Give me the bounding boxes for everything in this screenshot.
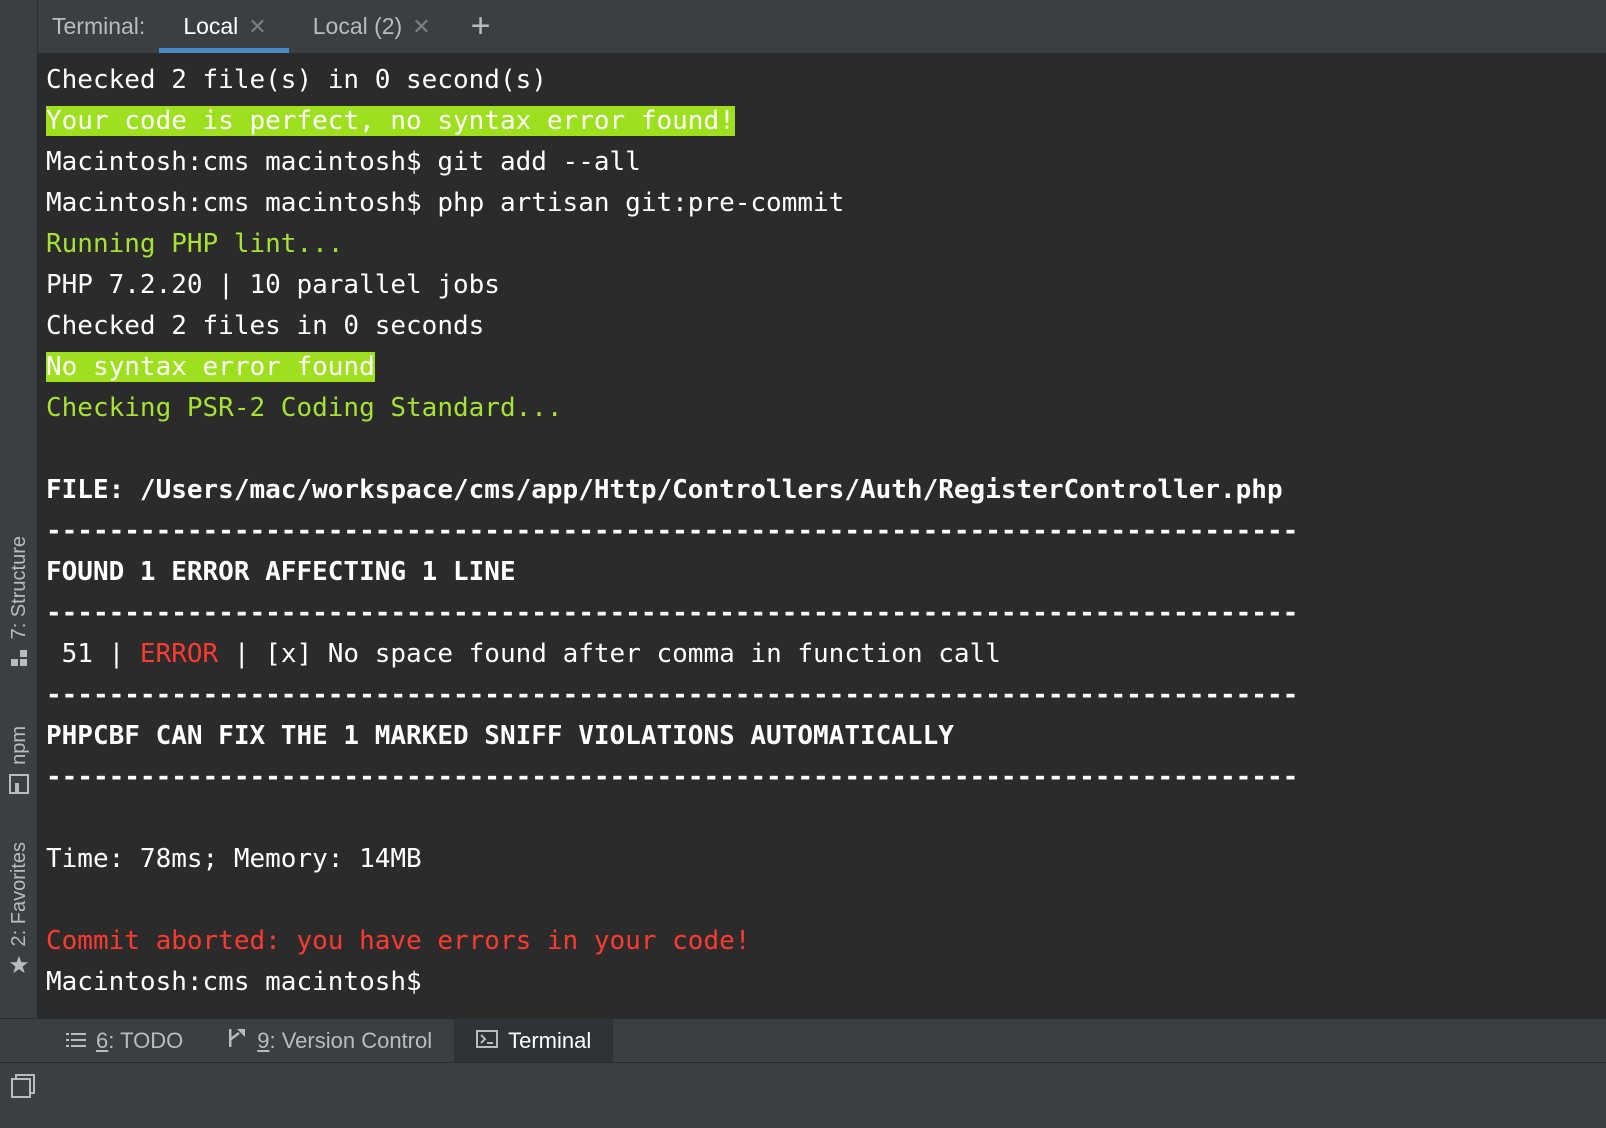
success-highlight: Your code is perfect, no syntax error fo… [46, 106, 735, 136]
error-level: ERROR [139, 639, 219, 669]
terminal-line: PHPCBF CAN FIX THE 1 MARKED SNIFF VIOLAT… [46, 721, 954, 751]
terminal-line: Macintosh:cms macintosh$ php artisan git… [46, 188, 845, 218]
terminal-line: Running PHP lint... [46, 229, 344, 259]
plus-icon[interactable]: + [453, 0, 509, 53]
todo-tool-tab[interactable]: 6: TODO [44, 1019, 205, 1062]
terminal-line: No syntax error found [46, 347, 1606, 388]
terminal-error-line: 51 | ERROR | [x] No space found after co… [46, 634, 1606, 675]
terminal-line: Your code is perfect, no syntax error fo… [46, 101, 1606, 142]
npm-tool-tab[interactable]: npm [0, 726, 38, 795]
toggle-tool-windows-icon[interactable] [10, 1073, 36, 1099]
tab-label: Local [183, 13, 239, 39]
structure-tool-tab[interactable]: 7: Structure [0, 536, 38, 669]
vcs-branch-icon [227, 1027, 247, 1055]
terminal-title: Terminal: [52, 13, 146, 39]
npm-label: npm [7, 726, 30, 765]
star-icon [9, 954, 29, 976]
close-icon[interactable]: ✕ [248, 14, 266, 40]
structure-label: 7: Structure [7, 536, 30, 640]
terminal-separator: ----------------------------------------… [46, 516, 1299, 546]
tab-local-2[interactable]: Local (2) ✕ [289, 0, 453, 53]
ide-window: 7: Structure npm 2: Favorites Terminal: … [0, 0, 1606, 1128]
status-bar [0, 1062, 1606, 1128]
left-tool-strip: 7: Structure npm 2: Favorites [0, 0, 38, 1042]
error-line-number: 51 | [46, 639, 140, 669]
terminal-line: Checked 2 files in 0 seconds [46, 311, 485, 341]
todo-label: 6: TODO [96, 1027, 184, 1053]
error-message: | [x] No space found after comma in func… [218, 639, 1001, 669]
success-highlight: No syntax error found [46, 352, 375, 382]
terminal-line: Checked 2 file(s) in 0 second(s) [46, 65, 547, 95]
favorites-tool-tab[interactable]: 2: Favorites [0, 842, 38, 976]
terminal-line: PHP 7.2.20 | 10 parallel jobs [46, 270, 500, 300]
terminal-line: FOUND 1 ERROR AFFECTING 1 LINE [46, 557, 516, 587]
terminal-line: Commit aborted: you have errors in your … [46, 926, 751, 956]
terminal-line: FILE: /Users/mac/workspace/cms/app/Http/… [46, 475, 1283, 505]
terminal-prompt: Macintosh:cms macintosh$ [46, 967, 422, 997]
tab-label: Local (2) [312, 13, 403, 39]
terminal-tab-label: Terminal [508, 1027, 592, 1053]
list-icon [66, 1028, 86, 1054]
terminal-output[interactable]: Checked 2 file(s) in 0 second(s) Your co… [38, 54, 1606, 1018]
terminal-separator: ----------------------------------------… [46, 598, 1299, 628]
bottom-tool-bar: 6: TODO 9: Version Control Terminal [0, 1018, 1606, 1062]
structure-icon [9, 647, 29, 669]
terminal-separator: ----------------------------------------… [46, 680, 1299, 710]
terminal-tab-bar: Terminal: Local ✕ Local (2) ✕ + [38, 0, 1606, 54]
terminal-separator: ----------------------------------------… [46, 762, 1299, 792]
terminal-icon [476, 1028, 499, 1054]
terminal-line: Time: 78ms; Memory: 14MB [46, 844, 422, 874]
version-control-label: 9: Version Control [257, 1027, 433, 1053]
close-icon[interactable]: ✕ [412, 14, 430, 40]
version-control-tool-tab[interactable]: 9: Version Control [205, 1019, 454, 1062]
terminal-tool-tab[interactable]: Terminal [454, 1019, 614, 1062]
tab-local[interactable]: Local ✕ [159, 0, 290, 53]
terminal-line: Macintosh:cms macintosh$ git add --all [46, 147, 641, 177]
terminal-line: Checking PSR-2 Coding Standard... [46, 393, 563, 423]
favorites-label: 2: Favorites [7, 842, 30, 947]
npm-icon [9, 773, 29, 795]
